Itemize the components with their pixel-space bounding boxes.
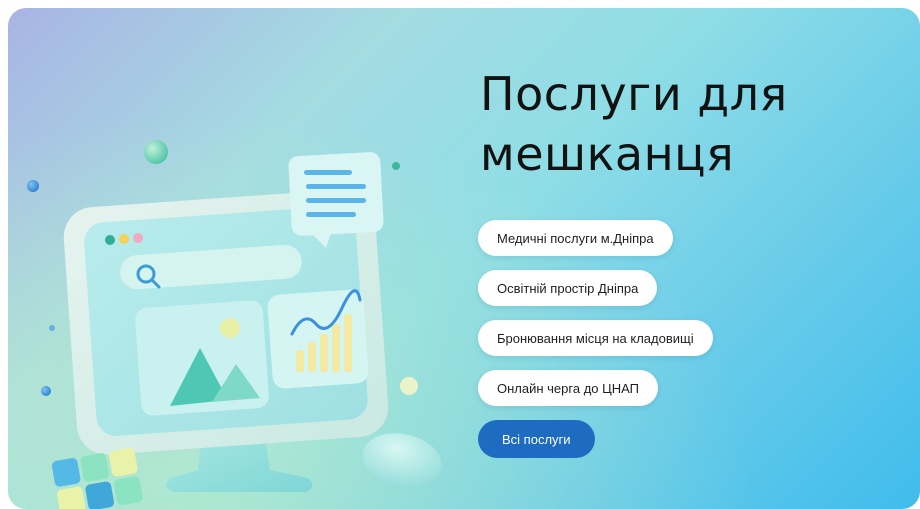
all-services-button[interactable]: Всі послуги <box>478 420 595 458</box>
chart-icon <box>267 289 369 389</box>
decor-capsule <box>362 433 442 487</box>
decor-ball <box>41 386 51 396</box>
services-list: Медичні послуги м.Дніпра Освітній прості… <box>478 220 713 406</box>
service-link-cnap-queue[interactable]: Онлайн черга до ЦНАП <box>478 370 658 406</box>
image-icon <box>135 300 269 416</box>
decor-ball <box>27 180 39 192</box>
decor-ball <box>400 377 418 395</box>
services-hero-banner: Послуги для мешканця Медичні послуги м.Д… <box>8 8 920 509</box>
service-link-medical[interactable]: Медичні послуги м.Дніпра <box>478 220 673 256</box>
page-title: Послуги для мешканця <box>480 67 788 181</box>
decor-ball <box>392 162 400 170</box>
decor-ball <box>49 325 55 331</box>
monitor-illustration <box>27 140 442 509</box>
decor-ball <box>144 140 168 164</box>
service-link-education[interactable]: Освітній простір Дніпра <box>478 270 658 306</box>
cube-icon <box>51 447 143 509</box>
service-link-cemetery-booking[interactable]: Бронювання місця на кладовищі <box>478 320 713 356</box>
